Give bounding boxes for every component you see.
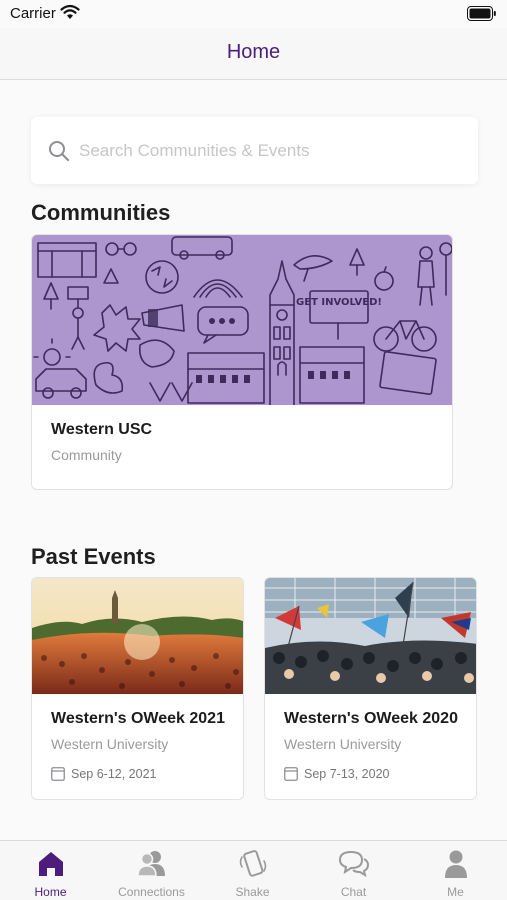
tab-me[interactable]: Me (405, 841, 506, 900)
tab-label: Connections (118, 885, 185, 899)
get-involved-sign: GET INVOLVED! (296, 297, 382, 308)
community-illustration: GET INVOLVED! (33, 236, 452, 405)
event-card[interactable]: Western's OWeek 2021 Western University … (31, 577, 244, 800)
event-photo (32, 578, 243, 694)
page-title: Home (226, 41, 281, 63)
community-banner-image: GET INVOLVED! (32, 235, 452, 405)
tab-bar: Home Connections Shake Chat Me (0, 840, 507, 900)
tab-connections[interactable]: Connections (101, 841, 202, 900)
status-bar: Carrier (0, 0, 507, 28)
calendar-icon (51, 767, 65, 781)
tab-chat[interactable]: Chat (303, 841, 404, 900)
carrier-label: Carrier (10, 5, 56, 22)
event-card[interactable]: Western's OWeek 2020 Western University … (264, 577, 477, 800)
event-organizer: Western University (51, 736, 169, 752)
event-date: Sep 7-13, 2020 (304, 767, 390, 781)
shake-icon (239, 850, 266, 877)
battery-icon (467, 6, 496, 21)
tab-home[interactable]: Home (0, 841, 101, 900)
profile-icon (444, 850, 467, 878)
event-organizer: Western University (284, 736, 402, 752)
communities-heading: Communities (31, 200, 171, 225)
tab-shake[interactable]: Shake (202, 841, 303, 900)
tab-label: Chat (340, 885, 367, 899)
wifi-icon (60, 4, 80, 19)
community-type: Community (51, 447, 122, 463)
community-card[interactable]: GET INVOLVED! Western USC Community (31, 234, 453, 490)
chat-icon (338, 850, 369, 877)
search-icon (49, 141, 70, 162)
tab-label: Me (447, 885, 464, 899)
event-photo (265, 578, 476, 694)
calendar-icon (284, 767, 298, 781)
event-title: Western's OWeek 2021 (51, 710, 225, 727)
tab-label: Shake (235, 885, 270, 899)
search-bar[interactable] (31, 117, 478, 184)
community-name: Western USC (51, 421, 153, 438)
past-events-heading: Past Events (31, 544, 156, 569)
event-date: Sep 6-12, 2021 (71, 767, 157, 781)
home-icon (38, 852, 63, 876)
search-input[interactable] (79, 131, 459, 171)
connections-icon (136, 851, 165, 877)
tab-label: Home (34, 885, 67, 899)
navigation-bar: Home (0, 28, 507, 80)
event-title: Western's OWeek 2020 (284, 710, 458, 727)
